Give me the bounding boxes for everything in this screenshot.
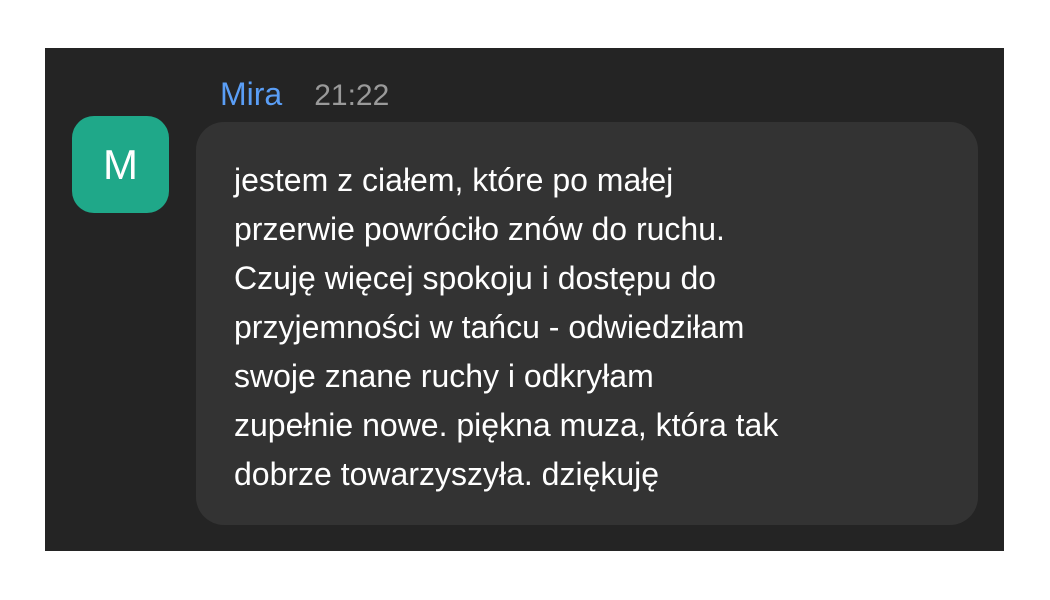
avatar[interactable]: M xyxy=(72,116,169,213)
message-bubble[interactable]: jestem z ciałem, które po małej przerwie… xyxy=(196,122,978,525)
message-text: jestem z ciałem, które po małej przerwie… xyxy=(234,162,779,492)
avatar-initial: M xyxy=(103,140,138,188)
message-timestamp: 21:22 xyxy=(314,79,390,112)
sender-name[interactable]: Mira xyxy=(220,76,282,113)
chat-message-panel: M Mira 21:22 jestem z ciałem, które po m… xyxy=(45,48,1004,551)
message-header: Mira 21:22 xyxy=(220,76,389,116)
